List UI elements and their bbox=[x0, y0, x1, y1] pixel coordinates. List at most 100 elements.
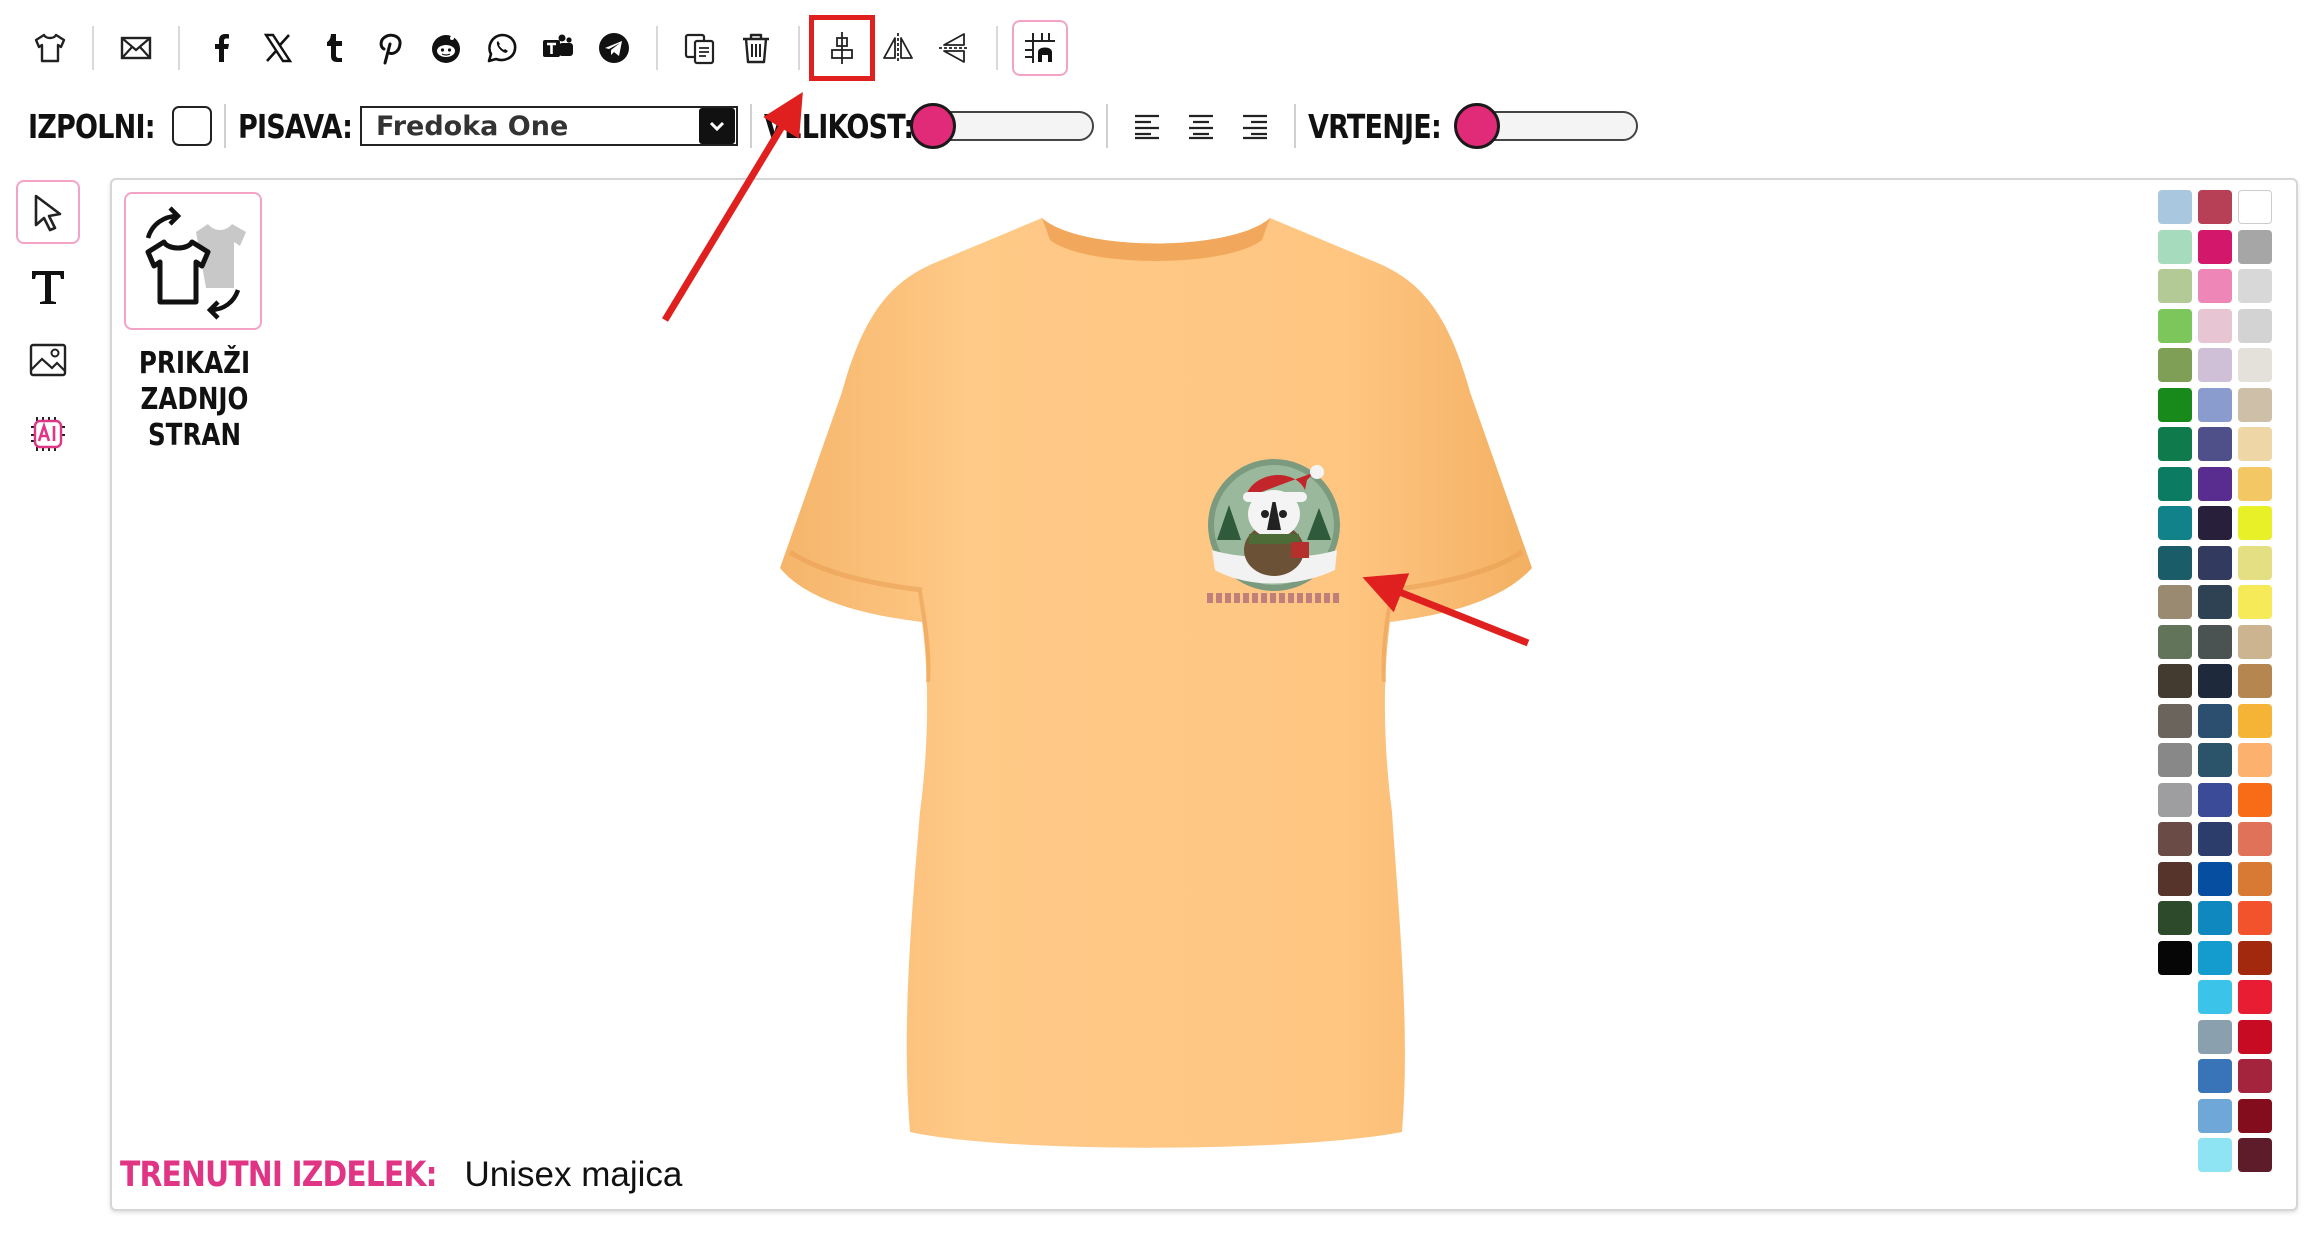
color-swatch[interactable] bbox=[2198, 1098, 2232, 1133]
color-swatch[interactable] bbox=[2238, 624, 2272, 659]
color-swatch[interactable] bbox=[2238, 585, 2272, 619]
color-swatch[interactable] bbox=[2238, 545, 2272, 580]
color-swatch[interactable] bbox=[2238, 980, 2272, 1014]
color-swatch[interactable] bbox=[2198, 624, 2232, 659]
color-swatch[interactable] bbox=[2158, 190, 2192, 224]
color-swatch[interactable] bbox=[2158, 229, 2192, 264]
show-back-side-button[interactable] bbox=[124, 192, 262, 330]
color-swatch[interactable] bbox=[2198, 545, 2232, 580]
color-swatch[interactable] bbox=[2238, 782, 2272, 817]
color-swatch[interactable] bbox=[2198, 585, 2232, 619]
color-swatch[interactable] bbox=[2158, 348, 2192, 382]
color-swatch[interactable] bbox=[2198, 466, 2232, 501]
ai-tool-button[interactable] bbox=[16, 402, 80, 466]
color-swatch[interactable] bbox=[2238, 308, 2272, 343]
rotation-slider[interactable] bbox=[1454, 103, 1638, 149]
x-share-button[interactable] bbox=[250, 20, 306, 76]
whatsapp-share-button[interactable] bbox=[474, 20, 530, 76]
color-swatch[interactable] bbox=[2238, 1059, 2272, 1093]
color-swatch[interactable] bbox=[2238, 466, 2272, 501]
color-swatch[interactable] bbox=[2198, 822, 2232, 856]
color-swatch[interactable] bbox=[2238, 1019, 2272, 1054]
color-swatch[interactable] bbox=[2198, 980, 2232, 1014]
color-swatch[interactable] bbox=[2158, 585, 2192, 619]
size-slider[interactable] bbox=[910, 103, 1094, 149]
color-swatch[interactable] bbox=[2198, 1059, 2232, 1093]
image-tool-button[interactable] bbox=[16, 328, 80, 392]
color-swatch[interactable] bbox=[2158, 664, 2192, 698]
color-swatch[interactable] bbox=[2238, 703, 2272, 738]
color-swatch[interactable] bbox=[2158, 703, 2192, 738]
delete-button[interactable] bbox=[728, 20, 784, 76]
align-left-button[interactable] bbox=[1120, 101, 1174, 151]
email-share-button[interactable] bbox=[108, 20, 164, 76]
facebook-share-button[interactable] bbox=[194, 20, 250, 76]
color-swatch[interactable] bbox=[2238, 822, 2272, 856]
color-swatch[interactable] bbox=[2238, 901, 2272, 935]
color-swatch[interactable] bbox=[2198, 387, 2232, 422]
color-swatch[interactable] bbox=[2198, 308, 2232, 343]
color-swatch[interactable] bbox=[2198, 940, 2232, 975]
pinterest-share-button[interactable] bbox=[362, 20, 418, 76]
flip-vertical-button[interactable] bbox=[926, 20, 982, 76]
color-swatch[interactable] bbox=[2158, 782, 2192, 817]
color-swatch[interactable] bbox=[2158, 743, 2192, 777]
color-swatch[interactable] bbox=[2198, 743, 2232, 777]
font-select[interactable]: Fredoka One bbox=[360, 106, 738, 146]
color-swatch[interactable] bbox=[2238, 190, 2272, 224]
color-swatch[interactable] bbox=[2238, 506, 2272, 540]
color-swatch[interactable] bbox=[2198, 1019, 2232, 1054]
color-swatch[interactable] bbox=[2238, 664, 2272, 698]
align-right-button[interactable] bbox=[1228, 101, 1282, 151]
design-canvas[interactable]: PRIKAŽI ZADNJO STRAN TRENUTNI IZDELEK: U… bbox=[110, 178, 2298, 1211]
color-swatch[interactable] bbox=[2238, 427, 2272, 461]
grid-snap-button[interactable] bbox=[1012, 20, 1068, 76]
color-swatch[interactable] bbox=[2198, 901, 2232, 935]
color-swatch[interactable] bbox=[2158, 940, 2192, 975]
color-swatch[interactable] bbox=[2198, 664, 2232, 698]
color-swatch[interactable] bbox=[2158, 822, 2192, 856]
color-swatch[interactable] bbox=[2198, 229, 2232, 264]
color-swatch[interactable] bbox=[2198, 269, 2232, 303]
color-swatch[interactable] bbox=[2198, 782, 2232, 817]
color-swatch[interactable] bbox=[2198, 861, 2232, 896]
select-tool-button[interactable] bbox=[16, 180, 80, 244]
color-swatch[interactable] bbox=[2158, 466, 2192, 501]
color-swatch[interactable] bbox=[2198, 506, 2232, 540]
color-swatch[interactable] bbox=[2238, 743, 2272, 777]
color-swatch[interactable] bbox=[2198, 703, 2232, 738]
rotation-slider-handle[interactable] bbox=[1454, 103, 1500, 149]
color-swatch[interactable] bbox=[2158, 269, 2192, 303]
badger-logo-design[interactable] bbox=[1187, 450, 1362, 615]
text-tool-button[interactable] bbox=[16, 254, 80, 318]
color-swatch[interactable] bbox=[2238, 861, 2272, 896]
color-swatch[interactable] bbox=[2158, 387, 2192, 422]
reddit-share-button[interactable] bbox=[418, 20, 474, 76]
color-swatch[interactable] bbox=[2158, 861, 2192, 896]
telegram-share-button[interactable] bbox=[586, 20, 642, 76]
color-swatch[interactable] bbox=[2238, 1138, 2272, 1172]
color-swatch[interactable] bbox=[2238, 269, 2272, 303]
tumblr-share-button[interactable] bbox=[306, 20, 362, 76]
color-swatch[interactable] bbox=[2158, 427, 2192, 461]
color-swatch[interactable] bbox=[2198, 427, 2232, 461]
color-swatch[interactable] bbox=[2238, 940, 2272, 975]
color-swatch[interactable] bbox=[2198, 348, 2232, 382]
flip-horizontal-button[interactable] bbox=[870, 20, 926, 76]
color-swatch[interactable] bbox=[2238, 348, 2272, 382]
color-swatch[interactable] bbox=[2158, 901, 2192, 935]
fill-checkbox[interactable] bbox=[172, 106, 212, 146]
color-swatch[interactable] bbox=[2238, 387, 2272, 422]
color-swatch[interactable] bbox=[2158, 506, 2192, 540]
center-align-button[interactable] bbox=[809, 15, 875, 81]
align-center-button[interactable] bbox=[1174, 101, 1228, 151]
color-swatch[interactable] bbox=[2158, 545, 2192, 580]
size-slider-handle[interactable] bbox=[910, 103, 956, 149]
teams-share-button[interactable] bbox=[530, 20, 586, 76]
color-swatch[interactable] bbox=[2158, 308, 2192, 343]
color-swatch[interactable] bbox=[2158, 624, 2192, 659]
duplicate-button[interactable] bbox=[672, 20, 728, 76]
product-button[interactable] bbox=[22, 20, 78, 76]
color-swatch[interactable] bbox=[2238, 229, 2272, 264]
color-swatch[interactable] bbox=[2198, 190, 2232, 224]
